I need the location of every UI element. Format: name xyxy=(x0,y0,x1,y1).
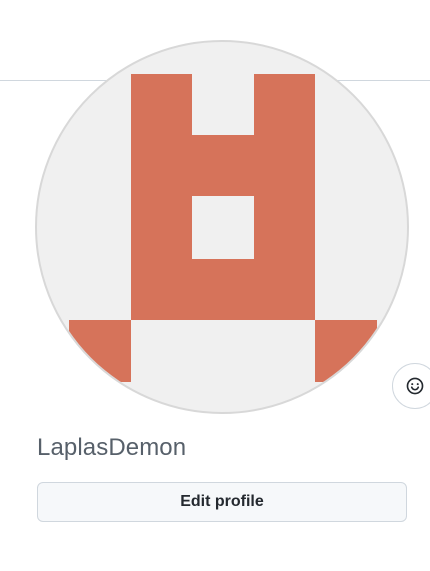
edit-profile-button[interactable]: Edit profile xyxy=(37,482,407,522)
avatar[interactable] xyxy=(35,40,409,414)
username: LaplasDemon xyxy=(37,434,187,461)
set-status-button[interactable] xyxy=(392,363,430,409)
smiley-icon xyxy=(404,375,426,397)
identicon-image xyxy=(69,74,377,382)
profile-avatar-container xyxy=(35,40,430,414)
